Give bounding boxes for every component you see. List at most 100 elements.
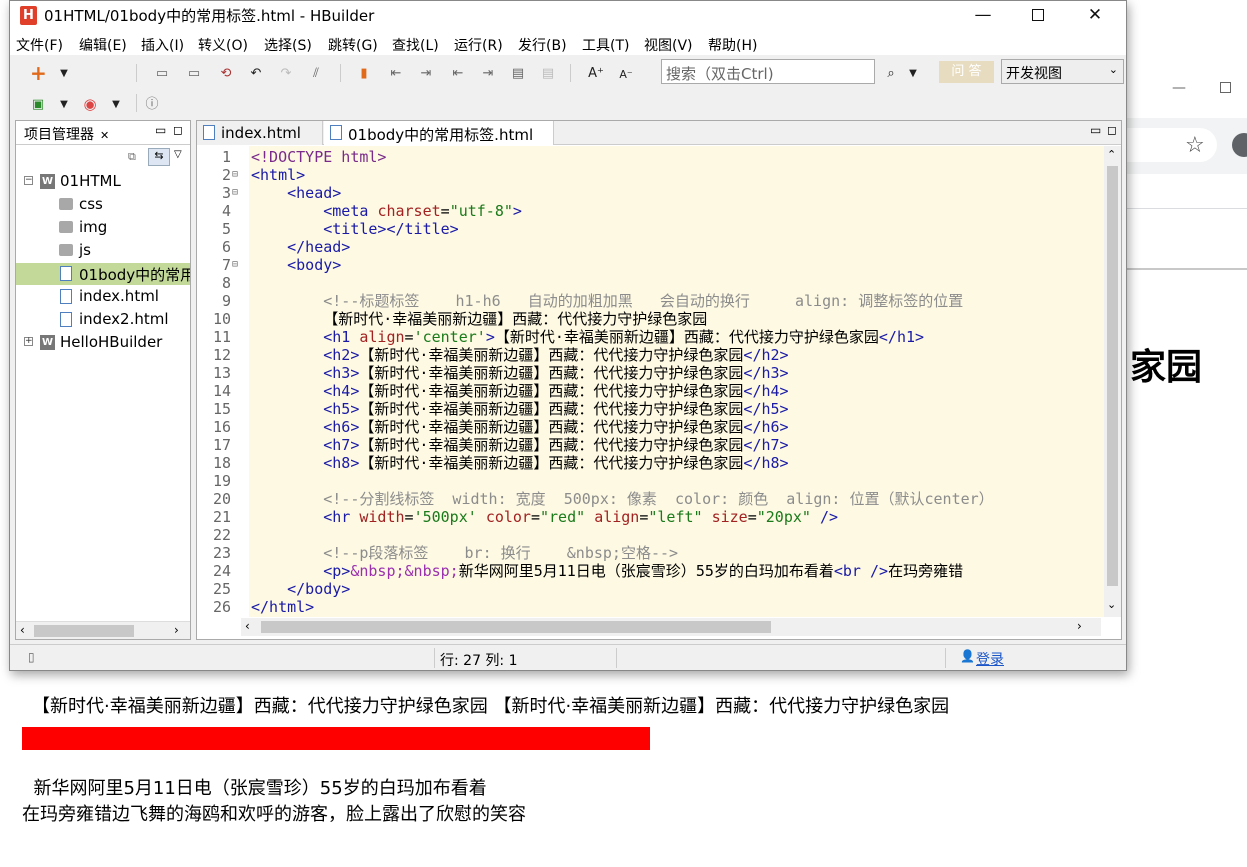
font-increase-icon[interactable]: A⁺ xyxy=(588,66,604,82)
tree-item-project[interactable]: + W HelloHBuilder xyxy=(16,332,190,354)
line-number: 22 xyxy=(212,526,231,544)
line-number: 2 xyxy=(221,166,231,184)
tree-item-file[interactable]: index2.html xyxy=(16,309,190,331)
new-plus-icon[interactable]: + xyxy=(30,63,47,83)
tab-project-manager[interactable]: 项目管理器 ✕ xyxy=(16,121,117,144)
info-icon[interactable]: ⓘ xyxy=(144,97,160,113)
tree-item-folder[interactable]: img xyxy=(16,217,190,239)
minimize-icon[interactable]: ▭ xyxy=(155,123,166,137)
menu-select[interactable]: 选择(S) xyxy=(264,35,312,55)
menu-insert[interactable]: 插入(I) xyxy=(141,35,184,55)
chrome-browser-icon[interactable]: ◉ xyxy=(82,96,98,112)
scroll-down-icon[interactable]: ⌄ xyxy=(1107,598,1116,611)
line-number: 23 xyxy=(212,544,231,562)
rendered-paragraph-line1: 新华网阿里5月11日电（张宸雪珍）55岁的白玛加布看着 xyxy=(22,778,487,799)
browser-divider xyxy=(1127,268,1247,270)
fold-icon[interactable]: ⊟ xyxy=(232,184,238,202)
menu-goto[interactable]: 跳转(G) xyxy=(328,35,378,55)
scroll-up-icon[interactable]: ⌃ xyxy=(1107,148,1116,161)
menu-escape[interactable]: 转义(O) xyxy=(198,35,248,55)
tree-item-folder[interactable]: js xyxy=(16,240,190,262)
menu-help[interactable]: 帮助(H) xyxy=(708,35,757,55)
expand-icon[interactable]: + xyxy=(24,337,33,346)
project-panel-title: 项目管理器 xyxy=(24,127,94,143)
qa-button[interactable]: 问 答 xyxy=(939,61,994,83)
format-icon[interactable]: ⫽ xyxy=(308,66,324,82)
maximize-icon[interactable]: ◻ xyxy=(173,123,183,137)
tree-item-file[interactable]: index.html xyxy=(16,286,190,308)
project-hscrollbar[interactable]: ‹ › xyxy=(16,621,190,639)
minimize-button[interactable]: — xyxy=(960,1,1006,31)
maximize-icon[interactable]: ◻ xyxy=(1107,123,1117,137)
editor-vscrollbar[interactable]: ⌃ ⌄ xyxy=(1104,146,1121,617)
status-file-icon: ▯ xyxy=(28,650,35,664)
code-line: <h1 align='center'>【新时代·幸福美丽新边疆】西藏：代代接力守… xyxy=(323,328,925,346)
chevron-down-icon[interactable]: ▽ xyxy=(174,149,182,160)
chevron-down-icon[interactable]: ▼ xyxy=(56,97,72,113)
code-line: <body> xyxy=(287,256,342,274)
scroll-left-icon[interactable]: ‹ xyxy=(245,619,250,633)
scroll-left-icon[interactable]: ‹ xyxy=(20,623,25,637)
browser-divider xyxy=(1127,208,1247,209)
chevron-down-icon[interactable]: ▼ xyxy=(905,66,921,82)
comment-icon[interactable]: ▤ xyxy=(510,66,526,82)
fold-icon[interactable]: ⊟ xyxy=(232,166,238,184)
tree-item-project[interactable]: − W 01HTML xyxy=(16,171,190,193)
font-decrease-icon[interactable]: A⁻ xyxy=(618,67,634,83)
cursor-position: 行: 27 列: 1 xyxy=(440,653,518,669)
menu-view[interactable]: 视图(V) xyxy=(644,35,693,55)
bookmark-star-icon[interactable]: ☆ xyxy=(1185,133,1205,158)
menu-file[interactable]: 文件(F) xyxy=(16,35,63,55)
collapse-icon[interactable]: − xyxy=(24,176,33,185)
code-line: <head> xyxy=(287,184,342,202)
tree-item-folder[interactable]: css xyxy=(16,194,190,216)
scroll-right-icon[interactable]: › xyxy=(1077,619,1082,633)
menu-publish[interactable]: 发行(B) xyxy=(518,35,567,55)
revert-icon[interactable]: ⟲ xyxy=(218,66,234,82)
save-all-icon[interactable]: ▭ xyxy=(186,66,202,82)
maximize-button[interactable] xyxy=(1015,1,1061,31)
scroll-right-icon[interactable]: › xyxy=(174,623,179,637)
menu-run[interactable]: 运行(R) xyxy=(454,35,503,55)
chevron-down-icon[interactable]: ▼ xyxy=(108,97,124,113)
goto-start-icon[interactable]: ⇤ xyxy=(450,66,466,82)
next-bookmark-icon[interactable]: ⇥ xyxy=(418,66,434,82)
tree-item-file[interactable]: 01body中的常用 xyxy=(16,263,190,285)
code-line: </head> xyxy=(287,238,351,256)
login-link[interactable]: 登录 xyxy=(976,649,1004,669)
new-project-icon[interactable]: ▣ xyxy=(30,97,46,113)
uncomment-icon[interactable]: ▤ xyxy=(540,66,556,82)
menu-edit[interactable]: 编辑(E) xyxy=(79,35,127,55)
html-file-icon xyxy=(60,266,72,281)
minimize-icon[interactable]: ▭ xyxy=(1090,123,1101,137)
save-icon[interactable]: ▭ xyxy=(154,66,170,82)
prev-bookmark-icon[interactable]: ⇤ xyxy=(388,66,404,82)
line-number: 18 xyxy=(212,454,231,472)
bookmark-icon[interactable]: ▮ xyxy=(356,66,372,82)
code-line: <html> xyxy=(251,166,306,184)
fold-icon[interactable]: ⊟ xyxy=(232,256,238,274)
chevron-down-icon[interactable]: ▼ xyxy=(56,66,72,82)
search-icon[interactable]: ⌕ xyxy=(883,66,899,82)
menu-tools[interactable]: 工具(T) xyxy=(582,35,629,55)
link-editor-icon[interactable]: ⇆ xyxy=(148,148,170,166)
line-number: 17 xyxy=(212,436,231,454)
view-select[interactable]: 开发视图 ⌄ xyxy=(1001,59,1124,84)
close-button[interactable]: ✕ xyxy=(1072,1,1118,31)
undo-icon[interactable]: ↶ xyxy=(248,66,264,82)
browser-maximize-icon[interactable] xyxy=(1220,82,1231,93)
editor-hscrollbar[interactable]: ‹ › xyxy=(241,618,1101,636)
menu-find[interactable]: 查找(L) xyxy=(392,35,439,55)
search-input[interactable]: 搜索（双击Ctrl) xyxy=(661,59,875,84)
tab-01body[interactable]: 01body中的常用标签.html ✕ xyxy=(324,121,554,162)
browser-minimize-icon[interactable]: — xyxy=(1172,80,1186,96)
collapse-all-icon[interactable]: ⧉ xyxy=(128,150,136,164)
line-number: 26 xyxy=(212,598,231,616)
close-icon[interactable]: ✕ xyxy=(100,129,109,142)
code-editor[interactable]: 1 2 ⊟ 3 ⊟ 4 5 6 7 ⊟ 8 9 10 11 12 13 14 15 16 17 18 19 20 21 22 23… xyxy=(197,146,1121,617)
tab-index-html[interactable]: index.html xyxy=(197,121,323,145)
goto-end-icon[interactable]: ⇥ xyxy=(480,66,496,82)
menubar: 文件(F) 编辑(E) 插入(I) 转义(O) 选择(S) 跳转(G) 查找(L… xyxy=(10,31,1126,55)
line-number: 8 xyxy=(221,274,231,292)
redo-icon[interactable]: ↷ xyxy=(278,66,294,82)
